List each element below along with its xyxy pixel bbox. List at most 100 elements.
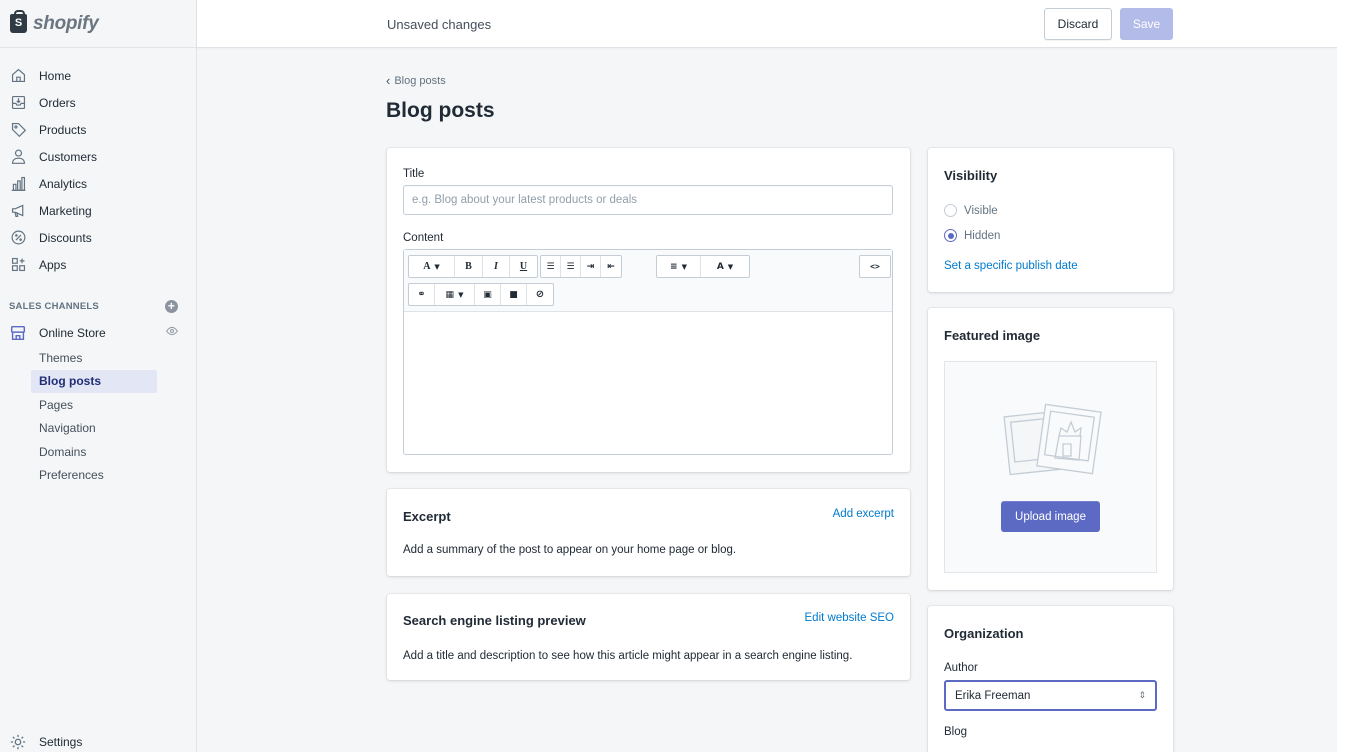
radio-visible[interactable]: Visible bbox=[944, 204, 998, 217]
clear-format-icon[interactable]: ⊘ bbox=[527, 284, 553, 305]
nav-item-orders[interactable]: Orders bbox=[0, 89, 196, 116]
upload-image-button[interactable]: Upload image bbox=[1001, 501, 1100, 532]
settings-label: Settings bbox=[39, 735, 83, 749]
orders-icon bbox=[9, 94, 27, 112]
nav-item-products[interactable]: Products bbox=[0, 116, 196, 143]
sales-channels-header: SALES CHANNELS + bbox=[0, 293, 196, 319]
breadcrumb-label: Blog posts bbox=[394, 74, 446, 87]
sub-item-blog-posts[interactable]: Blog posts bbox=[31, 369, 157, 393]
editor-toolbar: A ▼ B I U ☰ ☰ ⇥ ⇤ ≡ ▼ A ▼ <> ⚭ ▦ ▼ ▣ ■ ⊘ bbox=[404, 250, 892, 312]
unsaved-changes-title: Unsaved changes bbox=[387, 17, 492, 32]
bullet-list-icon[interactable]: ☰ bbox=[541, 256, 561, 277]
breadcrumb[interactable]: ‹ Blog posts bbox=[386, 73, 446, 88]
author-select[interactable]: Erika Freeman ⇕ bbox=[944, 680, 1157, 711]
add-channel-icon[interactable]: + bbox=[165, 299, 178, 313]
excerpt-card: Excerpt Add excerpt Add a summary of the… bbox=[387, 489, 910, 576]
underline-icon[interactable]: U bbox=[510, 256, 537, 277]
logo-wordmark: shopify bbox=[33, 12, 99, 34]
organization-title: Organization bbox=[944, 626, 1024, 641]
nav-item-customers[interactable]: Customers bbox=[0, 143, 196, 170]
nav-item-apps[interactable]: Apps bbox=[0, 251, 196, 278]
toolbar-group-insert: ⚭ ▦ ▼ ▣ ■ ⊘ bbox=[408, 283, 554, 306]
author-value: Erika Freeman bbox=[955, 689, 1031, 702]
outdent-icon[interactable]: ⇤ bbox=[601, 256, 621, 277]
nav-label: Customers bbox=[39, 149, 98, 164]
toolbar-group-text: A ▼ B I U bbox=[408, 255, 538, 278]
numbered-list-icon[interactable]: ☰ bbox=[561, 256, 581, 277]
toolbar-group-align: ≡ ▼ A ▼ bbox=[656, 255, 750, 278]
shopify-logo[interactable]: S shopify bbox=[0, 0, 196, 48]
sales-channels-label: SALES CHANNELS bbox=[9, 300, 99, 312]
page-title: Blog posts bbox=[386, 99, 495, 122]
nav-item-marketing[interactable]: Marketing bbox=[0, 197, 196, 224]
nav-label: Home bbox=[39, 68, 72, 83]
rich-text-editor: A ▼ B I U ☰ ☰ ⇥ ⇤ ≡ ▼ A ▼ <> ⚭ ▦ ▼ ▣ ■ ⊘ bbox=[403, 249, 893, 455]
apps-icon bbox=[9, 256, 27, 274]
sub-item-navigation[interactable]: Navigation bbox=[31, 417, 157, 441]
analytics-icon bbox=[9, 175, 27, 193]
text-color-icon[interactable]: A ▼ bbox=[701, 256, 749, 277]
nav-item-discounts[interactable]: Discounts bbox=[0, 224, 196, 251]
post-card: Title Content A▼ B I U ☰ ☰ ⇥ ⇤ ≡▼ A▼ <> bbox=[387, 148, 910, 472]
organization-card: Organization Author Erika Freeman ⇕ Blog bbox=[928, 606, 1173, 752]
view-store-icon[interactable] bbox=[166, 325, 178, 340]
edit-seo-link[interactable]: Edit website SEO bbox=[805, 612, 894, 624]
nav-item-home[interactable]: Home bbox=[0, 62, 196, 89]
radio-hidden[interactable]: Hidden bbox=[944, 229, 1000, 242]
table-icon[interactable]: ▦ ▼ bbox=[435, 284, 475, 305]
select-arrows-icon: ⇕ bbox=[1138, 690, 1146, 701]
store-icon bbox=[9, 324, 27, 342]
bold-icon[interactable]: B bbox=[455, 256, 483, 277]
discount-icon bbox=[9, 229, 27, 247]
sidebar: S shopify Home Orders Products Customers… bbox=[0, 0, 197, 752]
publish-date-link[interactable]: Set a specific publish date bbox=[944, 260, 1078, 272]
scrollbar[interactable] bbox=[1337, 0, 1349, 752]
sub-item-themes[interactable]: Themes bbox=[31, 346, 157, 370]
megaphone-icon bbox=[9, 202, 27, 220]
seo-title: Search engine listing preview bbox=[403, 613, 586, 628]
discard-button[interactable]: Discard bbox=[1044, 8, 1112, 40]
seo-card: Search engine listing preview Edit websi… bbox=[387, 594, 910, 680]
nav-label: Orders bbox=[39, 95, 76, 110]
toolbar-group-list: ☰ ☰ ⇥ ⇤ bbox=[540, 255, 622, 278]
sub-item-preferences[interactable]: Preferences bbox=[31, 464, 157, 488]
online-store-subnav: Themes Blog posts Pages Navigation Domai… bbox=[0, 346, 196, 487]
nav-label: Marketing bbox=[39, 203, 92, 218]
editor-body[interactable] bbox=[404, 312, 892, 454]
image-dropzone[interactable]: Upload image bbox=[944, 361, 1157, 573]
radio-hidden-control[interactable] bbox=[944, 229, 957, 242]
align-icon[interactable]: ≡ ▼ bbox=[657, 256, 701, 277]
excerpt-title: Excerpt bbox=[403, 509, 451, 524]
nav-label: Products bbox=[39, 122, 87, 137]
chevron-left-icon: ‹ bbox=[386, 73, 391, 88]
shopify-bag-icon: S bbox=[10, 10, 27, 33]
title-input[interactable] bbox=[403, 185, 893, 215]
image-placeholder-icon bbox=[1003, 403, 1102, 476]
radio-visible-control[interactable] bbox=[944, 204, 957, 217]
nav-label: Discounts bbox=[39, 230, 92, 245]
author-label: Author bbox=[944, 662, 978, 674]
featured-image-card: Featured image Upload image bbox=[928, 308, 1173, 590]
nav-label: Analytics bbox=[39, 176, 88, 191]
image-icon[interactable]: ▣ bbox=[475, 284, 501, 305]
indent-icon[interactable]: ⇥ bbox=[581, 256, 601, 277]
gear-icon bbox=[9, 733, 27, 751]
sub-item-pages[interactable]: Pages bbox=[31, 393, 157, 417]
font-size-icon[interactable]: A ▼ bbox=[409, 256, 455, 277]
video-icon[interactable]: ■ bbox=[501, 284, 527, 305]
home-icon bbox=[9, 67, 27, 85]
radio-hidden-label: Hidden bbox=[964, 229, 1001, 242]
toolbar-group-html: <> bbox=[859, 255, 891, 278]
visibility-title: Visibility bbox=[944, 168, 998, 183]
save-button[interactable]: Save bbox=[1120, 8, 1173, 40]
nav-item-settings[interactable]: Settings bbox=[9, 732, 82, 752]
sub-item-domains[interactable]: Domains bbox=[31, 440, 157, 464]
link-icon[interactable]: ⚭ bbox=[409, 284, 435, 305]
tag-icon bbox=[9, 121, 27, 139]
add-excerpt-link[interactable]: Add excerpt bbox=[833, 508, 894, 520]
nav-item-online-store[interactable]: Online Store bbox=[0, 319, 196, 346]
italic-icon[interactable]: I bbox=[483, 256, 510, 277]
main-nav: Home Orders Products Customers Analytics… bbox=[0, 48, 196, 278]
nav-item-analytics[interactable]: Analytics bbox=[0, 170, 196, 197]
code-view-icon[interactable]: <> bbox=[860, 256, 890, 277]
